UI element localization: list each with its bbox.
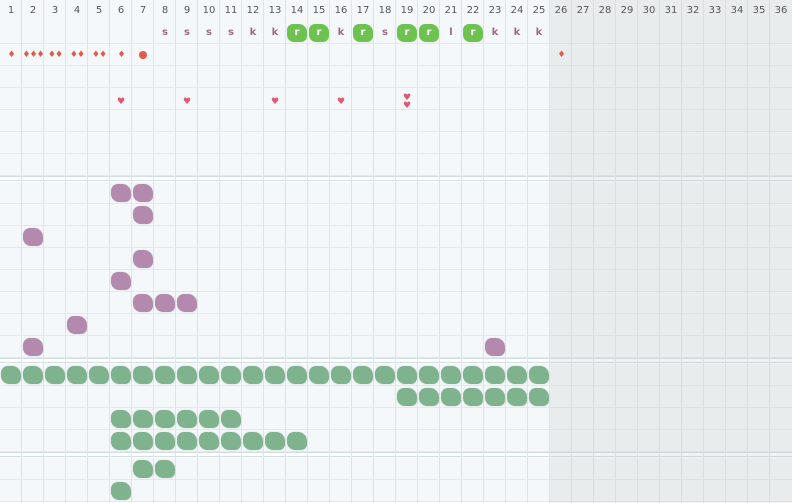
heart-icon[interactable]: ♥ (176, 92, 198, 114)
teal-activity-mark[interactable] (507, 388, 527, 406)
mood-letter[interactable]: l (440, 22, 462, 44)
purple-activity-mark[interactable] (485, 338, 505, 356)
teal-activity-mark[interactable] (243, 432, 263, 450)
activity-calendar: 1 2 3 4 5 6 7 8 9 10 11 12 13 14 15 16 17 18 19 20 21 22 23 24 2… (0, 0, 792, 503)
mood-letter[interactable]: s (176, 22, 198, 44)
drop-icon[interactable]: ♦♦ (44, 44, 66, 66)
teal-activity-mark[interactable] (155, 410, 175, 428)
mood-letter[interactable]: k (242, 22, 264, 44)
drop-icon[interactable]: ♦♦ (88, 44, 110, 66)
teal-activity-mark[interactable] (221, 432, 241, 450)
teal-activity-mark[interactable] (287, 432, 307, 450)
teal-activity-mark[interactable] (199, 366, 219, 384)
mood-letter[interactable]: k (330, 22, 352, 44)
teal-activity-mark[interactable] (507, 366, 527, 384)
green-badge[interactable]: r (397, 24, 417, 42)
teal-activity-mark[interactable] (485, 388, 505, 406)
teal-activity-mark[interactable] (243, 366, 263, 384)
teal-activity-mark[interactable] (133, 460, 153, 478)
teal-activity-mark[interactable] (111, 432, 131, 450)
mood-letter[interactable]: s (154, 22, 176, 44)
teal-activity-mark[interactable] (1, 366, 21, 384)
mood-letter[interactable]: s (198, 22, 220, 44)
dot-icon[interactable] (139, 51, 147, 59)
green-badge[interactable]: r (463, 24, 483, 42)
teal-activity-mark[interactable] (485, 366, 505, 384)
teal-activity-mark[interactable] (331, 366, 351, 384)
teal-activity-mark[interactable] (221, 410, 241, 428)
drop-icon[interactable]: ♦ (0, 44, 22, 66)
teal-activity-mark[interactable] (529, 388, 549, 406)
purple-activity-mark[interactable] (23, 228, 43, 246)
heart-icon[interactable]: ♥ ♥ (396, 92, 418, 116)
purple-activity-mark[interactable] (111, 184, 131, 202)
mood-letter[interactable]: k (484, 22, 506, 44)
teal-activity-mark[interactable] (111, 410, 131, 428)
teal-activity-mark[interactable] (111, 366, 131, 384)
mood-letter[interactable]: k (506, 22, 528, 44)
purple-activity-mark[interactable] (155, 294, 175, 312)
teal-activity-mark[interactable] (155, 460, 175, 478)
teal-activity-mark[interactable] (177, 366, 197, 384)
teal-activity-mark[interactable] (221, 366, 241, 384)
teal-activity-mark[interactable] (155, 432, 175, 450)
teal-activity-mark[interactable] (441, 388, 461, 406)
teal-activity-mark[interactable] (397, 366, 417, 384)
teal-activity-mark[interactable] (177, 432, 197, 450)
green-badge[interactable]: r (353, 24, 373, 42)
heart-icon[interactable]: ♥ (330, 92, 352, 114)
teal-activity-mark[interactable] (375, 366, 395, 384)
teal-activity-mark[interactable] (111, 482, 131, 500)
teal-activity-mark[interactable] (265, 366, 285, 384)
heart-icon[interactable]: ♥ (264, 92, 286, 114)
purple-activity-mark[interactable] (111, 272, 131, 290)
teal-activity-mark[interactable] (353, 366, 373, 384)
teal-activity-mark[interactable] (529, 366, 549, 384)
teal-activity-mark[interactable] (199, 410, 219, 428)
green-badge[interactable]: r (287, 24, 307, 42)
teal-activity-mark[interactable] (67, 366, 87, 384)
teal-activity-mark[interactable] (23, 366, 43, 384)
teal-activity-mark[interactable] (265, 432, 285, 450)
teal-activity-mark[interactable] (199, 432, 219, 450)
teal-activity-mark[interactable] (45, 366, 65, 384)
teal-activity-mark[interactable] (133, 410, 153, 428)
green-badge[interactable]: r (309, 24, 329, 42)
mood-letter[interactable]: s (374, 22, 396, 44)
heart-icon[interactable]: ♥ (110, 92, 132, 114)
teal-activity-mark[interactable] (419, 388, 439, 406)
drop-icon[interactable]: ♦♦ (66, 44, 88, 66)
purple-activity-mark[interactable] (23, 338, 43, 356)
drop-icon[interactable]: ♦ (110, 44, 132, 66)
teal-activity-mark[interactable] (155, 366, 175, 384)
teal-activity-mark[interactable] (463, 388, 483, 406)
marks-layer: s s s s k k r r k r s r r l r k k k ♦ ♦♦♦ ♦♦ ♦♦ ♦♦ ♦ ♦ ♥ ♥ ♥ ♥ ♥ ♥ (0, 0, 792, 503)
purple-activity-mark[interactable] (67, 316, 87, 334)
teal-activity-mark[interactable] (177, 410, 197, 428)
teal-activity-mark[interactable] (89, 366, 109, 384)
teal-activity-mark[interactable] (133, 366, 153, 384)
purple-activity-mark[interactable] (133, 250, 153, 268)
teal-activity-mark[interactable] (133, 432, 153, 450)
teal-activity-mark[interactable] (287, 366, 307, 384)
mood-letter[interactable]: k (528, 22, 550, 44)
mood-letter[interactable]: s (220, 22, 242, 44)
green-badge[interactable]: r (419, 24, 439, 42)
teal-activity-mark[interactable] (463, 366, 483, 384)
purple-activity-mark[interactable] (133, 184, 153, 202)
teal-activity-mark[interactable] (419, 366, 439, 384)
drop-icon[interactable]: ♦♦♦ (22, 44, 44, 66)
teal-activity-mark[interactable] (397, 388, 417, 406)
drop-icon[interactable]: ♦ (550, 44, 572, 66)
teal-activity-mark[interactable] (309, 366, 329, 384)
purple-activity-mark[interactable] (177, 294, 197, 312)
teal-activity-mark[interactable] (441, 366, 461, 384)
purple-activity-mark[interactable] (133, 294, 153, 312)
purple-activity-mark[interactable] (133, 206, 153, 224)
mood-letter[interactable]: k (264, 22, 286, 44)
